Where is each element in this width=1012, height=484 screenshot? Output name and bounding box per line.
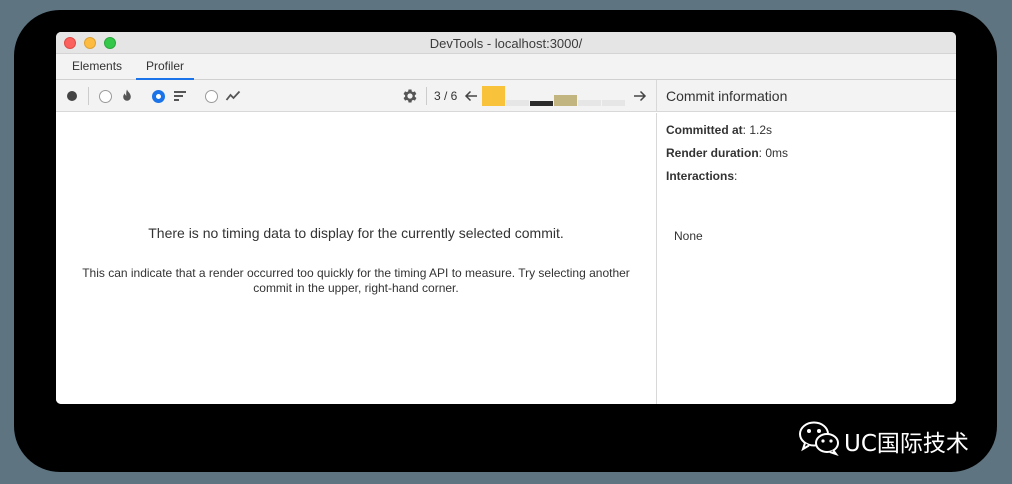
interactions-row: Interactions: (666, 169, 737, 183)
commit-info-panel: Committed at: 1.2s Render duration: 0ms … (656, 113, 956, 404)
commit-bar[interactable] (554, 95, 577, 106)
flamegraph-radio[interactable] (99, 90, 112, 103)
gear-icon[interactable] (401, 87, 419, 105)
interactions-value: None (674, 229, 703, 243)
profiler-toolbar: 3 / 6 (56, 80, 656, 112)
interactions-icon[interactable] (225, 88, 241, 104)
tab-profiler[interactable]: Profiler (136, 54, 195, 80)
watermark-text: UC国际技术 (844, 431, 969, 457)
commit-bar[interactable] (506, 100, 529, 106)
title-bar: DevTools - localhost:3000/ (56, 32, 956, 54)
interactions-suffix: : (734, 169, 738, 183)
empty-message: There is no timing data to display for t… (148, 225, 564, 241)
committed-at-row: Committed at: 1.2s (666, 123, 772, 137)
tab-elements[interactable]: Elements (62, 54, 132, 80)
window-title: DevTools - localhost:3000/ (429, 36, 583, 51)
profiler-main: There is no timing data to display for t… (56, 113, 656, 404)
sidebar-title: Commit information (656, 80, 956, 112)
toolbar-divider (88, 87, 89, 105)
interactions-label: Interactions (666, 169, 735, 183)
arrow-left-icon[interactable] (463, 88, 479, 104)
committed-at-label: Committed at (666, 123, 743, 137)
render-duration-value: : 0ms (758, 146, 789, 160)
ranked-radio[interactable] (152, 90, 165, 103)
commit-counter: 3 / 6 (434, 89, 458, 103)
empty-hint: This can indicate that a render occurred… (82, 266, 630, 295)
commit-bar[interactable] (530, 101, 553, 106)
committed-at-value: : 1.2s (742, 123, 773, 137)
panel-tabs: Elements Profiler (56, 54, 956, 80)
commit-bar[interactable] (602, 100, 625, 106)
commit-bar[interactable] (578, 100, 601, 106)
toolbar-divider (426, 87, 427, 105)
devtools-window: DevTools - localhost:3000/ Elements Prof… (56, 32, 956, 404)
render-duration-row: Render duration: 0ms (666, 146, 788, 160)
background: DevTools - localhost:3000/ Elements Prof… (0, 0, 1012, 484)
interactions-radio[interactable] (205, 90, 218, 103)
commit-bar[interactable] (482, 86, 505, 106)
record-icon[interactable] (67, 91, 77, 101)
ranked-icon[interactable] (172, 88, 188, 104)
arrow-right-icon[interactable] (632, 88, 648, 104)
render-duration-label: Render duration (666, 146, 759, 160)
flame-icon[interactable] (119, 88, 135, 104)
commit-selector[interactable] (482, 86, 628, 106)
wechat-icon (799, 421, 839, 456)
